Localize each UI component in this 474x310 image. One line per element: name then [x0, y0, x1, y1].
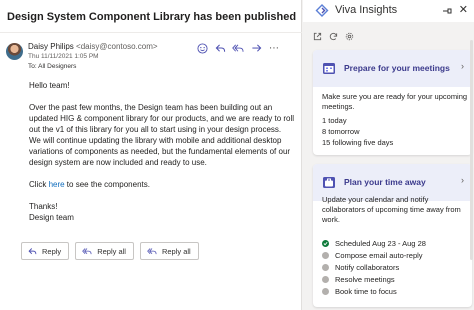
forward-icon[interactable] [250, 42, 262, 54]
reply-all-icon [82, 247, 92, 254]
here-link[interactable]: here [49, 180, 65, 189]
recipients[interactable]: To: All Designers [28, 63, 76, 70]
click-post: to see the components. [64, 180, 150, 189]
meeting-stats: 1 today 8 tomorrow 15 following five day… [322, 115, 393, 148]
dot-icon [322, 263, 329, 271]
smile-icon[interactable] [196, 42, 208, 54]
email-body: Hello team! Over the past few months, th… [29, 80, 295, 223]
scrollbar[interactable] [470, 40, 473, 260]
dot-icon [322, 251, 329, 259]
click-line: Click here to see the components. [29, 179, 295, 190]
email-reading-pane: Design System Component Library has been… [0, 0, 302, 310]
body-paragraph: Over the past few months, the Design tea… [29, 103, 295, 167]
step-label: Resolve meetings [335, 274, 395, 284]
step-item[interactable]: Compose email auto-reply [322, 249, 426, 261]
step-label: Scheduled Aug 23 - Aug 28 [335, 238, 426, 248]
reply-all-label-2: Reply all [161, 246, 191, 256]
reply-row: Reply Reply all Reply all [21, 242, 199, 260]
viva-logo-icon [315, 4, 329, 17]
prepare-meetings-card[interactable]: Prepare for your meetings › Make sure yo… [313, 50, 472, 155]
step-item[interactable]: Resolve meetings [322, 273, 426, 285]
time-away-steps: Scheduled Aug 23 - Aug 28 Compose email … [322, 237, 426, 297]
suitcase-icon [323, 177, 335, 188]
sender-email: <daisy@contoso.com> [76, 42, 158, 51]
viva-title: Viva Insights [335, 4, 398, 16]
reply-button[interactable]: Reply [21, 242, 70, 260]
plan-time-away-card[interactable]: Plan your time away › Update your calend… [313, 164, 472, 307]
step-item: Scheduled Aug 23 - Aug 28 [322, 237, 426, 249]
step-label: Book time to focus [335, 286, 397, 296]
dot-icon [322, 287, 329, 295]
reply-all-label: Reply all [97, 246, 126, 256]
thanks: Thanks! [29, 202, 58, 211]
step-item[interactable]: Notify collaborators [322, 261, 426, 273]
card-title: Plan your time away [344, 177, 426, 187]
timestamp: Thu 11/11/2021 1:05 PM [28, 53, 99, 60]
stat-today: 1 today [322, 116, 347, 125]
pin-icon[interactable] [442, 6, 452, 16]
card-description: Make sure you are ready for your upcomin… [322, 92, 468, 111]
card-title: Prepare for your meetings [344, 63, 450, 73]
sender-name: Daisy Philips [28, 42, 74, 51]
email-header: Daisy Philips <daisy@contoso.com> Thu 11… [6, 42, 298, 78]
stat-tomorrow: 8 tomorrow [322, 127, 360, 136]
reply-icon[interactable] [214, 42, 226, 54]
card-description: Update your calendar and notify collabor… [322, 195, 461, 224]
card-header: Prepare for your meetings › [313, 50, 472, 87]
reply-all-button-2[interactable]: Reply all [139, 242, 199, 260]
viva-toolbar [313, 32, 354, 41]
reply-label: Reply [42, 246, 62, 256]
avatar[interactable] [6, 43, 23, 60]
open-external-icon[interactable] [313, 32, 322, 41]
more-icon[interactable]: ⋯ [268, 42, 280, 54]
viva-header: Viva Insights ✕ [303, 0, 474, 22]
step-label: Compose email auto-reply [335, 250, 423, 260]
subject-bar: Design System Component Library has been… [0, 0, 302, 33]
reply-all-icon[interactable] [232, 42, 244, 54]
stat-following: 15 following five days [322, 138, 394, 147]
chevron-right-icon[interactable]: › [461, 175, 464, 185]
check-circle-icon [322, 239, 329, 247]
close-icon[interactable]: ✕ [459, 3, 468, 16]
step-item[interactable]: Book time to focus [322, 285, 426, 297]
reply-all-button[interactable]: Reply all [75, 242, 134, 260]
viva-insights-pane: Viva Insights ✕ Prepare for your meeting… [303, 0, 474, 310]
message-actions: ⋯ [196, 42, 280, 54]
greeting: Hello team! [29, 81, 70, 90]
settings-icon[interactable] [345, 32, 354, 41]
step-label: Notify collaborators [335, 262, 400, 272]
calendar-icon [323, 63, 335, 74]
email-subject: Design System Component Library has been… [7, 11, 297, 23]
reply-all-icon [147, 247, 157, 254]
refresh-icon[interactable] [329, 32, 338, 41]
reply-icon [28, 247, 37, 254]
click-pre: Click [29, 180, 49, 189]
dot-icon [322, 275, 329, 283]
sender[interactable]: Daisy Philips <daisy@contoso.com> [28, 42, 158, 51]
signature: Design team [29, 213, 74, 222]
chevron-right-icon[interactable]: › [461, 61, 464, 71]
